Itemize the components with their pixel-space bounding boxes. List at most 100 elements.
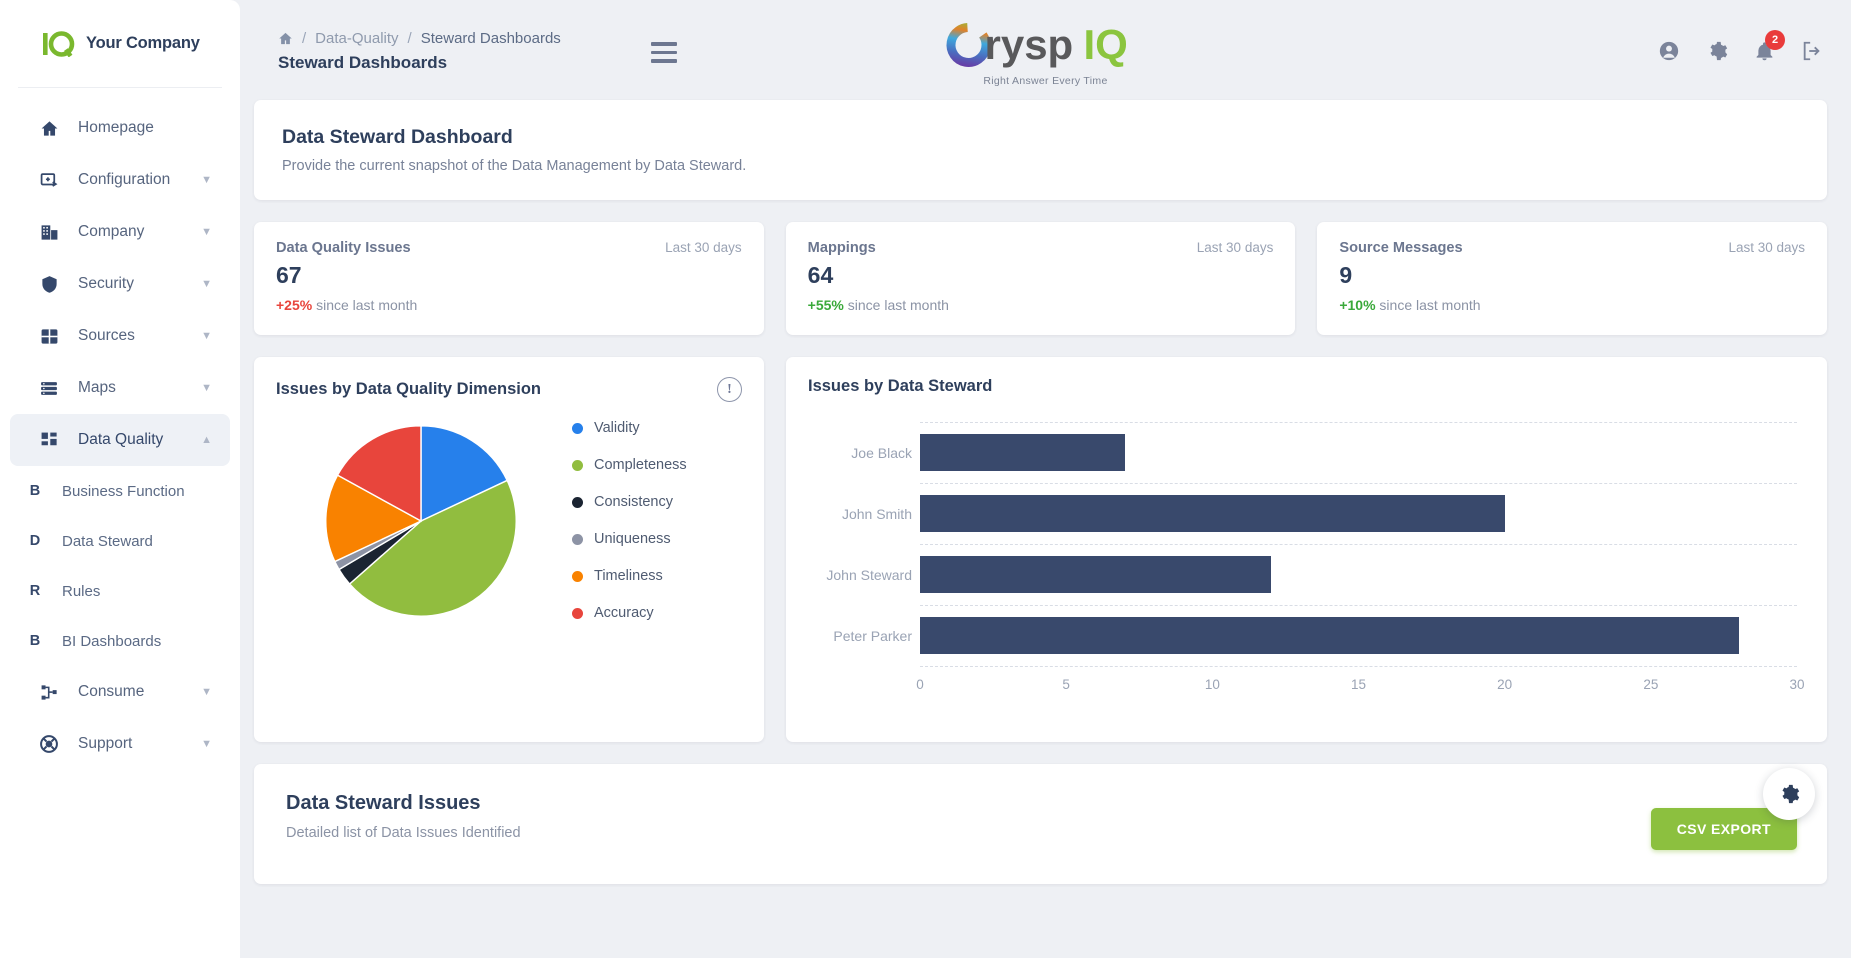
hamburger-icon[interactable]: [650, 42, 677, 63]
sidebar-item-label: Maps: [78, 379, 116, 396]
bar-fill[interactable]: [920, 617, 1739, 654]
kpi-delta: +10%: [1339, 297, 1376, 313]
info-exclamation-icon[interactable]: !: [717, 377, 742, 402]
sidebar-subitem-data-steward[interactable]: D Data Steward: [0, 516, 240, 566]
grid-line: [920, 605, 1797, 606]
sidebar-item-sources[interactable]: Sources ▼: [10, 310, 230, 362]
sidebar-item-configuration[interactable]: Configuration ▼: [10, 154, 230, 206]
chevron-up-icon: ▲: [201, 434, 212, 446]
chevron-down-icon: ▼: [201, 226, 212, 238]
sidebar-item-support[interactable]: Support ▼: [10, 718, 230, 770]
kpi-row: Data Quality Issues Last 30 days 67 +25%…: [254, 222, 1828, 335]
settings-gear-icon[interactable]: [1706, 40, 1728, 62]
sidebar-item-maps[interactable]: Maps ▼: [10, 362, 230, 414]
pie-legend-item[interactable]: Validity: [572, 420, 687, 436]
breadcrumb-separator: /: [407, 30, 412, 47]
sidebar-subitem-rules[interactable]: R Rules: [0, 566, 240, 616]
kpi-delta: +25%: [276, 297, 313, 313]
consume-icon: [38, 683, 60, 702]
home-icon: [38, 119, 60, 138]
support-icon: [38, 734, 60, 754]
x-axis-tick: 10: [1204, 677, 1220, 692]
bar-chart-card: Issues by Data Steward Joe Black John Smi…: [786, 357, 1827, 742]
bar-chart-row: John Steward: [826, 544, 1797, 605]
bar-category-label: John Steward: [826, 566, 912, 583]
legend-label: Consistency: [594, 494, 673, 510]
breadcrumb-separator: /: [302, 30, 307, 47]
bar-fill[interactable]: [920, 495, 1505, 532]
kpi-period: Last 30 days: [665, 240, 742, 255]
sidebar-item-company[interactable]: Company ▼: [10, 206, 230, 258]
sidebar-item-label: Security: [78, 275, 134, 292]
sidebar-subitem-bi-dashboards[interactable]: B BI Dashboards: [0, 616, 240, 666]
sidebar: Your Company Homepage Configuration ▼ Co…: [0, 0, 240, 958]
kpi-value: 64: [807, 262, 834, 288]
sidebar-subitem-business-function[interactable]: B Business Function: [0, 466, 240, 516]
notifications-bell-icon[interactable]: 2: [1754, 29, 1785, 62]
pie-legend-item[interactable]: Accuracy: [572, 605, 687, 621]
svg-text:rysp: rysp: [984, 21, 1073, 68]
kpi-card-data-quality-issues: Data Quality Issues Last 30 days 67 +25%…: [254, 222, 764, 335]
chevron-down-icon: ▼: [201, 738, 212, 750]
bar-chart-x-axis: 0 5 10 15 20 25 30: [916, 667, 1804, 697]
home-icon[interactable]: [278, 31, 293, 46]
notification-badge: 2: [1765, 29, 1785, 50]
configuration-icon: [38, 171, 60, 190]
x-axis-tick: 25: [1643, 677, 1659, 692]
grid-line: [920, 422, 1797, 423]
pie-legend-item[interactable]: Completeness: [572, 457, 687, 473]
sidebar-item-data-quality[interactable]: Data Quality ▲: [10, 414, 230, 466]
logout-icon[interactable]: [1801, 40, 1823, 62]
kpi-period: Last 30 days: [1728, 240, 1806, 255]
sidebar-item-label: Data Quality: [78, 431, 164, 448]
grid-line: [920, 544, 1797, 545]
charts-row: Issues by Data Quality Dimension ! Valid…: [254, 357, 1827, 742]
bar-chart-title: Issues by Data Steward: [808, 377, 993, 395]
kpi-card-mappings: Mappings Last 30 days 64 +55% since last…: [785, 222, 1296, 335]
chevron-down-icon: ▼: [201, 330, 212, 342]
logo-tagline: Right Answer Every Time: [983, 75, 1108, 87]
pie-chart-title: Issues by Data Quality Dimension: [276, 380, 541, 398]
pie-legend-item[interactable]: Timeliness: [572, 568, 687, 584]
x-axis-tick: 30: [1789, 677, 1805, 692]
sidebar-item-security[interactable]: Security ▼: [10, 258, 230, 310]
grid-line: [920, 666, 1797, 667]
bar-chart-plot: Joe Black John Smith John Steward Peter Par…: [808, 422, 1805, 722]
kpi-delta-suffix: since last month: [1375, 297, 1481, 313]
sidebar-item-homepage[interactable]: Homepage: [10, 102, 230, 154]
breadcrumb-item-data-quality[interactable]: Data-Quality: [315, 30, 398, 47]
content-area: Data Steward Dashboard Provide the curre…: [240, 100, 1851, 884]
kpi-value: 67: [276, 262, 302, 288]
sidebar-subitem-label: Data Steward: [62, 532, 153, 550]
legend-label: Completeness: [594, 457, 687, 473]
header-icon-group: 2: [1658, 29, 1823, 62]
sidebar-item-label: Company: [78, 223, 145, 240]
legend-label: Validity: [594, 420, 640, 436]
app-logo: rysp IQ Right Answer Every Time: [942, 18, 1149, 87]
bar-category-label: John Smith: [841, 505, 912, 522]
breadcrumb-item-steward-dashboards[interactable]: Steward Dashboards: [421, 30, 561, 47]
bar-category-label: Peter Parker: [833, 627, 912, 644]
account-icon[interactable]: [1658, 40, 1680, 62]
legend-color-dot: [572, 570, 583, 582]
brand-name: Your Company: [86, 34, 200, 52]
brand-header[interactable]: Your Company: [18, 0, 222, 88]
x-axis-tick: 5: [1062, 677, 1070, 692]
chevron-down-icon: ▼: [201, 278, 212, 290]
legend-color-dot: [572, 459, 583, 471]
sidebar-item-consume[interactable]: Consume ▼: [10, 666, 230, 718]
legend-color-dot: [572, 422, 583, 434]
bar-fill[interactable]: [920, 556, 1271, 593]
pie-legend-item[interactable]: Uniqueness: [572, 531, 687, 547]
sidebar-nav: Homepage Configuration ▼ Company ▼ Secur…: [0, 88, 240, 770]
sidebar-item-label: Configuration: [78, 171, 171, 188]
settings-fab-button[interactable]: [1763, 768, 1815, 820]
bar-chart-row: Joe Black: [851, 422, 1797, 483]
bar-fill[interactable]: [920, 434, 1125, 471]
kpi-delta: +55%: [807, 297, 844, 313]
pie-legend-item[interactable]: Consistency: [572, 494, 687, 510]
page-title: Steward Dashboards: [278, 53, 448, 72]
sidebar-item-label: Consume: [78, 683, 145, 700]
svg-text:IQ: IQ: [1083, 21, 1127, 68]
data-steward-issues-card: Data Steward Issues Detailed list of Dat…: [254, 764, 1827, 884]
